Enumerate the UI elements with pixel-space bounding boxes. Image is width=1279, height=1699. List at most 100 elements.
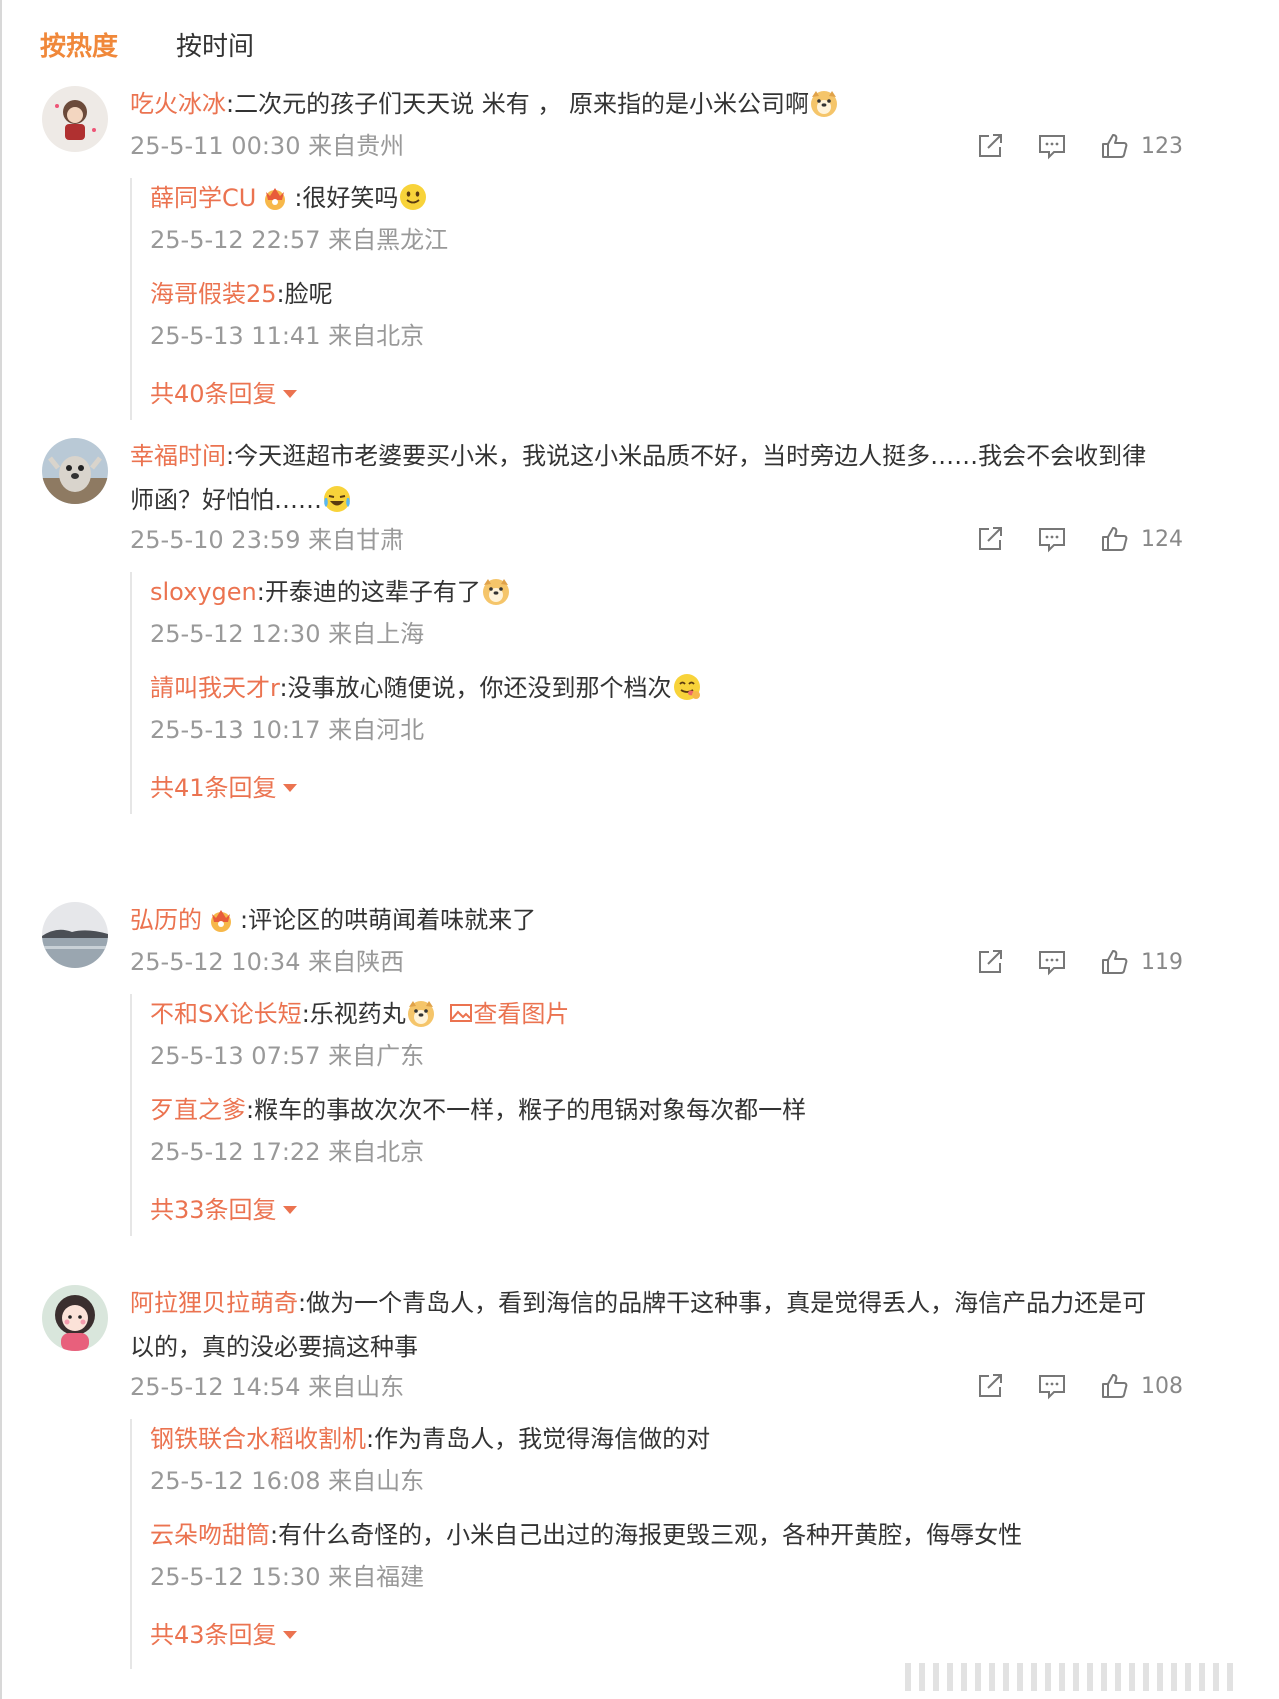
crown-badge-icon — [265, 188, 286, 210]
reply-content: :作为青岛人，我觉得海信做的对 — [366, 1425, 711, 1453]
tab-sort-time[interactable]: 按时间 — [176, 26, 254, 63]
view-more-replies-button[interactable]: 共41条回复 — [150, 768, 297, 803]
reply-text: 歹直之爹:糇车的事故次次不一样，糇子的甩锅对象每次都一样 — [150, 1092, 806, 1128]
reply-username-link[interactable]: 钢铁联合水稻收割机 — [150, 1425, 366, 1453]
share-icon — [979, 950, 1002, 973]
comment-content: :二次元的孩子们天天说 米有 ， 原来指的是小米公司啊 — [226, 90, 809, 118]
reply-username-link[interactable]: 不和SX论长短 — [150, 1000, 302, 1028]
comment-text: 幸福时间:今天逛超市老婆要买小米，我说这小米品质不好，当时旁边人挺多……我会不会… — [130, 434, 1230, 522]
share-button[interactable] — [975, 947, 1005, 977]
share-icon — [979, 1374, 1002, 1397]
like-icon — [1102, 1374, 1128, 1398]
triangle-down-icon — [282, 1630, 297, 1639]
reply-meta: 25-5-12 12:30 来自上海 — [150, 620, 425, 648]
avatar[interactable] — [42, 86, 108, 152]
dog-face-emoji-icon — [810, 91, 837, 117]
comment-icon — [1039, 1375, 1065, 1400]
comment-button[interactable] — [1037, 524, 1067, 554]
avatar[interactable] — [42, 1285, 108, 1351]
comment-content-line2: 以的，真的没必要搞这种事 — [130, 1333, 418, 1361]
like-button[interactable]: 119 — [1099, 947, 1183, 977]
image-icon — [450, 1004, 473, 1022]
reply-username-link[interactable]: 請叫我天才r — [150, 674, 279, 702]
share-icon — [979, 134, 1002, 157]
comment-actions: 119 — [943, 945, 1183, 979]
reply-content: :乐视药丸 — [301, 1000, 406, 1028]
reply-meta: 25-5-12 15:30 来自福建 — [150, 1563, 425, 1591]
share-button[interactable] — [975, 1371, 1005, 1401]
like-button[interactable]: 124 — [1099, 524, 1183, 554]
reply-content: :开泰迪的这辈子有了 — [256, 578, 481, 606]
view-image-link[interactable]: 查看图片 — [443, 1000, 569, 1028]
comment-actions: 108 — [943, 1369, 1183, 1403]
username-link[interactable]: 吃火冰冰 — [130, 90, 226, 118]
reply-meta: 25-5-13 07:57 来自广东 — [150, 1042, 425, 1070]
comment-actions: 124 — [943, 522, 1183, 556]
like-icon — [1102, 950, 1128, 974]
view-more-replies-button[interactable]: 共43条回复 — [150, 1615, 297, 1650]
reply-meta: 25-5-13 10:17 来自河北 — [150, 716, 425, 744]
comment-button[interactable] — [1037, 947, 1067, 977]
reply-username-link[interactable]: sloxygen — [150, 578, 257, 606]
view-more-replies-button[interactable]: 共33条回复 — [150, 1190, 297, 1225]
comment-content-line2: 师函？好怕怕…… — [130, 486, 322, 514]
reply-list: sloxygen:开泰迪的这辈子有了 25-5-12 12:30 来自上海 請叫… — [130, 572, 1232, 814]
like-button[interactable]: 123 — [1099, 131, 1183, 161]
reply-username-link[interactable]: 云朵吻甜筒 — [150, 1521, 270, 1549]
more-replies-label: 共40条回复 — [150, 380, 277, 408]
comment-icon — [1039, 951, 1065, 976]
comment-button[interactable] — [1037, 1371, 1067, 1401]
dog-face-emoji-icon — [482, 579, 509, 605]
like-button[interactable]: 108 — [1099, 1371, 1183, 1401]
triangle-down-icon — [282, 1205, 297, 1214]
reply-text: 請叫我天才r:没事放心随便说，你还没到那个档次 — [150, 670, 702, 706]
reply-text: 薛同学CU:很好笑吗 — [150, 180, 428, 216]
comment-meta: 25-5-10 23:59 来自甘肃 — [130, 526, 405, 554]
comments-page: 按热度 按时间 吃火冰冰:二次元的孩子们天天说 米有 ， 原来指的是小米公司啊 … — [0, 0, 1279, 1699]
username-link[interactable]: 幸福时间 — [130, 442, 226, 470]
comment-content-line1: :做为一个青岛人，看到海信的品牌干这种事，真是觉得丢人，海信产品力还是可 — [298, 1289, 1147, 1317]
sort-tabs: 按热度 按时间 — [40, 24, 312, 64]
comment-meta: 25-5-11 00:30 来自贵州 — [130, 132, 405, 160]
page-left-border — [0, 0, 2, 1699]
reply-meta: 25-5-12 17:22 来自北京 — [150, 1138, 425, 1166]
comment-actions: 123 — [943, 129, 1183, 163]
share-button[interactable] — [975, 524, 1005, 554]
tab-sort-hot[interactable]: 按热度 — [40, 26, 118, 63]
reply-list: 薛同学CU:很好笑吗 25-5-12 22:57 来自黑龙江 海哥假装25:脸呢… — [130, 178, 1232, 420]
reply-list: 不和SX论长短:乐视药丸 查看图片 25-5-13 07:57 来自广东 歹直之… — [130, 994, 1232, 1236]
like-count: 123 — [1141, 133, 1183, 159]
username-link[interactable]: 阿拉狸贝拉萌奇 — [130, 1289, 298, 1317]
like-count: 108 — [1141, 1373, 1183, 1399]
more-replies-label: 共33条回复 — [150, 1196, 277, 1224]
view-more-replies-button[interactable]: 共40条回复 — [150, 374, 297, 409]
comment-content-line1: :今天逛超市老婆要买小米，我说这小米品质不好，当时旁边人挺多……我会不会收到律 — [226, 442, 1147, 470]
comment-meta: 25-5-12 14:54 来自山东 — [130, 1373, 405, 1401]
triangle-down-icon — [282, 783, 297, 792]
reply-username-link[interactable]: 海哥假装25 — [150, 280, 277, 308]
reply-content: :脸呢 — [276, 280, 333, 308]
crying-laugh-emoji-icon — [324, 486, 350, 512]
view-image-label: 查看图片 — [473, 1000, 570, 1028]
reply-meta: 25-5-13 11:41 来自北京 — [150, 322, 425, 350]
comment-button[interactable] — [1037, 131, 1067, 161]
corner-watermark-icon — [905, 1663, 1233, 1691]
comment-icon — [1039, 135, 1065, 160]
avatar[interactable] — [42, 438, 108, 504]
like-count: 119 — [1141, 949, 1183, 975]
reply-meta: 25-5-12 16:08 来自山东 — [150, 1467, 425, 1495]
avatar[interactable] — [42, 902, 108, 968]
reply-meta: 25-5-12 22:57 来自黑龙江 — [150, 226, 449, 254]
reply-text: sloxygen:开泰迪的这辈子有了 — [150, 574, 511, 610]
comment-meta: 25-5-12 10:34 来自陕西 — [130, 948, 405, 976]
reply-text: 不和SX论长短:乐视药丸 查看图片 — [150, 996, 569, 1032]
reply-text: 海哥假装25:脸呢 — [150, 276, 333, 312]
reply-username-link[interactable]: 歹直之爹 — [150, 1096, 246, 1124]
share-button[interactable] — [975, 131, 1005, 161]
like-count: 124 — [1141, 526, 1183, 552]
share-icon — [979, 527, 1002, 550]
more-replies-label: 共43条回复 — [150, 1621, 277, 1649]
username-link[interactable]: 弘历的 — [130, 906, 202, 934]
reply-username-link[interactable]: 薛同学CU — [150, 184, 256, 212]
reply-list: 钢铁联合水稻收割机:作为青岛人，我觉得海信做的对 25-5-12 16:08 来… — [130, 1419, 1232, 1669]
